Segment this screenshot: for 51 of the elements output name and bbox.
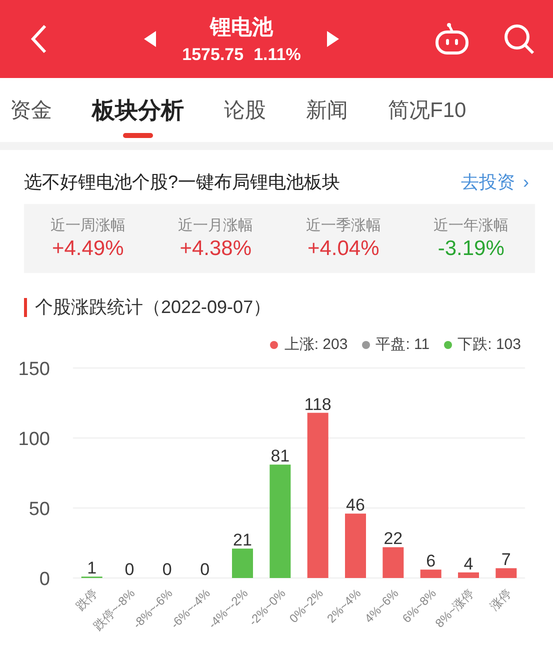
bar — [496, 568, 517, 578]
bar-value-label: 0 — [162, 560, 172, 579]
index-change: 1.11% — [254, 45, 301, 65]
bar-value-label: 0 — [124, 560, 134, 579]
stat-value: -3.19% — [438, 237, 504, 261]
tab[interactable]: 新闻 — [306, 78, 348, 142]
stat-value: +4.04% — [307, 237, 380, 261]
header-title: 锂电池 — [210, 15, 273, 41]
tab[interactable]: 论股 — [224, 78, 266, 142]
bar-value-label: 81 — [270, 446, 290, 466]
x-tick-label: 跌停 — [73, 586, 100, 614]
tab[interactable]: 板块分析 — [92, 78, 184, 142]
stat-label: 近一周涨幅 — [50, 216, 126, 235]
stat-label: 近一季涨幅 — [306, 216, 381, 235]
bar-value-label: 21 — [233, 530, 252, 550]
bar-value-label: 1 — [87, 558, 97, 578]
promo-text: 选不好锂电池个股?一键布局锂电池板块 — [24, 171, 340, 194]
bar — [382, 547, 404, 578]
y-tick-label: 150 — [18, 359, 50, 380]
x-tick-label: 涨停 — [487, 586, 514, 614]
stat-value: +4.38% — [180, 237, 252, 261]
y-tick-label: 0 — [39, 569, 50, 590]
legend-label: 下跌: 103 — [458, 335, 521, 354]
bar — [232, 548, 253, 578]
bar-value-label: 46 — [346, 496, 365, 515]
bar — [345, 514, 366, 578]
bar — [420, 570, 442, 578]
stat-label: 近一月涨幅 — [178, 216, 254, 235]
stat-value: +4.49% — [52, 237, 124, 261]
section-marker — [24, 298, 27, 316]
y-tick-label: 100 — [18, 429, 50, 450]
bar — [458, 572, 479, 578]
index-price: 1575.75 — [182, 45, 244, 65]
robot-icon[interactable] — [435, 23, 469, 55]
previous-triangle-icon[interactable] — [144, 31, 156, 47]
next-triangle-icon[interactable] — [326, 31, 339, 47]
stat-label: 近一年涨幅 — [434, 216, 509, 235]
bar-value-label: 118 — [304, 394, 332, 414]
search-icon[interactable] — [503, 23, 535, 55]
tab[interactable]: 简况F10 — [388, 78, 466, 142]
bar-value-label: 4 — [464, 554, 474, 574]
section-title: 个股涨跌统计（2022-09-07） — [35, 296, 272, 319]
bar-value-label: 22 — [384, 529, 403, 548]
legend-label: 上涨: 203 — [284, 335, 348, 354]
bar-value-label: 7 — [501, 550, 511, 570]
y-tick-label: 50 — [28, 499, 50, 520]
bar-value-label: 0 — [200, 560, 210, 579]
legend-label: 平盘: 11 — [376, 335, 430, 354]
tab[interactable]: 资金 — [10, 78, 52, 142]
bar-value-label: 6 — [426, 552, 436, 571]
back-icon[interactable] — [30, 24, 48, 54]
